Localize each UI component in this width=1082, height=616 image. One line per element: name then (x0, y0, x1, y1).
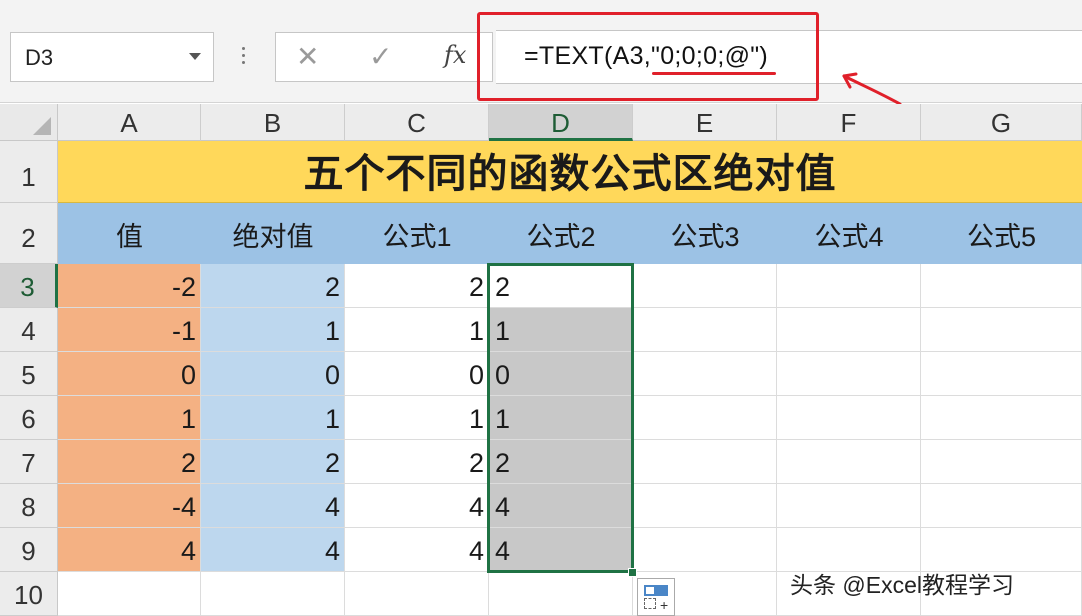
cell-a10[interactable] (58, 572, 201, 616)
cell-a6[interactable]: 1 (58, 396, 201, 440)
column-header-c[interactable]: C (345, 104, 489, 141)
header-cell[interactable]: 公式4 (777, 203, 921, 264)
column-header-b[interactable]: B (201, 104, 345, 141)
watermark: 头条 @Excel教程学习 (790, 572, 1014, 598)
cell-a5[interactable]: 0 (58, 352, 201, 396)
fill-handle[interactable] (628, 568, 637, 577)
vertical-dots-icon[interactable] (236, 44, 250, 70)
row-header-1[interactable]: 1 (0, 141, 58, 203)
cell-b6[interactable]: 1 (201, 396, 345, 440)
row-header-6[interactable]: 6 (0, 396, 58, 440)
check-icon[interactable]: ✓ (369, 41, 392, 73)
insert-function-icon[interactable]: fx (444, 41, 466, 69)
header-cell[interactable]: 公式3 (633, 203, 777, 264)
cell-f6[interactable] (777, 396, 921, 440)
cell-d10[interactable] (489, 572, 633, 616)
cell-g8[interactable] (921, 484, 1082, 528)
cell-c6[interactable]: 1 (345, 396, 489, 440)
cell-d9[interactable]: 4 (489, 528, 633, 572)
title-merged-cell[interactable]: 五个不同的函数公式区绝对值 (58, 141, 1082, 203)
column-header-d[interactable]: D (489, 104, 633, 141)
cell-a3[interactable]: -2 (58, 264, 201, 308)
cell-e9[interactable] (633, 528, 777, 572)
cell-a4[interactable]: -1 (58, 308, 201, 352)
column-header-f[interactable]: F (777, 104, 921, 141)
cell-f8[interactable] (777, 484, 921, 528)
header-cell[interactable]: 公式5 (921, 203, 1082, 264)
cell-d5[interactable]: 0 (489, 352, 633, 396)
row-header-5[interactable]: 5 (0, 352, 58, 396)
formula-bar-area: D3 ✕ ✓ fx =TEXT(A3,"0;0;0;@") (0, 0, 1082, 106)
row-header-3[interactable]: 3 (0, 264, 58, 308)
cell-e8[interactable] (633, 484, 777, 528)
cell-b8[interactable]: 4 (201, 484, 345, 528)
cell-f3[interactable] (777, 264, 921, 308)
cell-b5[interactable]: 0 (201, 352, 345, 396)
row-header-2[interactable]: 2 (0, 203, 58, 264)
column-header-a[interactable]: A (58, 104, 201, 141)
cell-d6[interactable]: 1 (489, 396, 633, 440)
chevron-down-icon[interactable] (189, 53, 201, 60)
cell-b4[interactable]: 1 (201, 308, 345, 352)
annotation-arrow-icon (842, 72, 902, 106)
cell-d7[interactable]: 2 (489, 440, 633, 484)
header-cell[interactable]: 值 (58, 203, 201, 264)
formula-buttons: ✕ ✓ fx (275, 32, 493, 82)
cell-b9[interactable]: 4 (201, 528, 345, 572)
cell-a7[interactable]: 2 (58, 440, 201, 484)
cell-b7[interactable]: 2 (201, 440, 345, 484)
cell-c5[interactable]: 0 (345, 352, 489, 396)
cell-c3[interactable]: 2 (345, 264, 489, 308)
cell-b10[interactable] (201, 572, 345, 616)
cell-b3[interactable]: 2 (201, 264, 345, 308)
select-all-corner[interactable] (0, 104, 58, 141)
cancel-icon[interactable]: ✕ (296, 41, 319, 73)
cell-c8[interactable]: 4 (345, 484, 489, 528)
cell-f7[interactable] (777, 440, 921, 484)
header-cell[interactable]: 公式2 (489, 203, 633, 264)
cell-c10[interactable] (345, 572, 489, 616)
cell-g6[interactable] (921, 396, 1082, 440)
cell-c7[interactable]: 2 (345, 440, 489, 484)
annotation-red-box (477, 12, 819, 101)
annotation-red-underline (652, 72, 776, 75)
cell-f4[interactable] (777, 308, 921, 352)
name-box-value: D3 (25, 45, 54, 70)
cell-d8[interactable]: 4 (489, 484, 633, 528)
cell-g3[interactable] (921, 264, 1082, 308)
row-header-8[interactable]: 8 (0, 484, 58, 528)
cell-f5[interactable] (777, 352, 921, 396)
cell-e6[interactable] (633, 396, 777, 440)
cell-g4[interactable] (921, 308, 1082, 352)
row-header-7[interactable]: 7 (0, 440, 58, 484)
quick-analysis-icon[interactable]: + (637, 578, 675, 616)
cell-a9[interactable]: 4 (58, 528, 201, 572)
cell-c9[interactable]: 4 (345, 528, 489, 572)
cell-g7[interactable] (921, 440, 1082, 484)
cell-d4[interactable]: 1 (489, 308, 633, 352)
row-header-10[interactable]: 10 (0, 572, 58, 616)
name-box[interactable]: D3 (10, 32, 214, 82)
column-header-g[interactable]: G (921, 104, 1082, 141)
cell-c4[interactable]: 1 (345, 308, 489, 352)
cell-e4[interactable] (633, 308, 777, 352)
row-header-9[interactable]: 9 (0, 528, 58, 572)
cell-d3[interactable]: 2 (489, 264, 633, 308)
cell-g5[interactable] (921, 352, 1082, 396)
column-header-e[interactable]: E (633, 104, 777, 141)
header-cell[interactable]: 绝对值 (201, 203, 345, 264)
cell-e7[interactable] (633, 440, 777, 484)
header-cell[interactable]: 公式1 (345, 203, 489, 264)
cell-a8[interactable]: -4 (58, 484, 201, 528)
row-header-4[interactable]: 4 (0, 308, 58, 352)
cell-e3[interactable] (633, 264, 777, 308)
cell-e5[interactable] (633, 352, 777, 396)
